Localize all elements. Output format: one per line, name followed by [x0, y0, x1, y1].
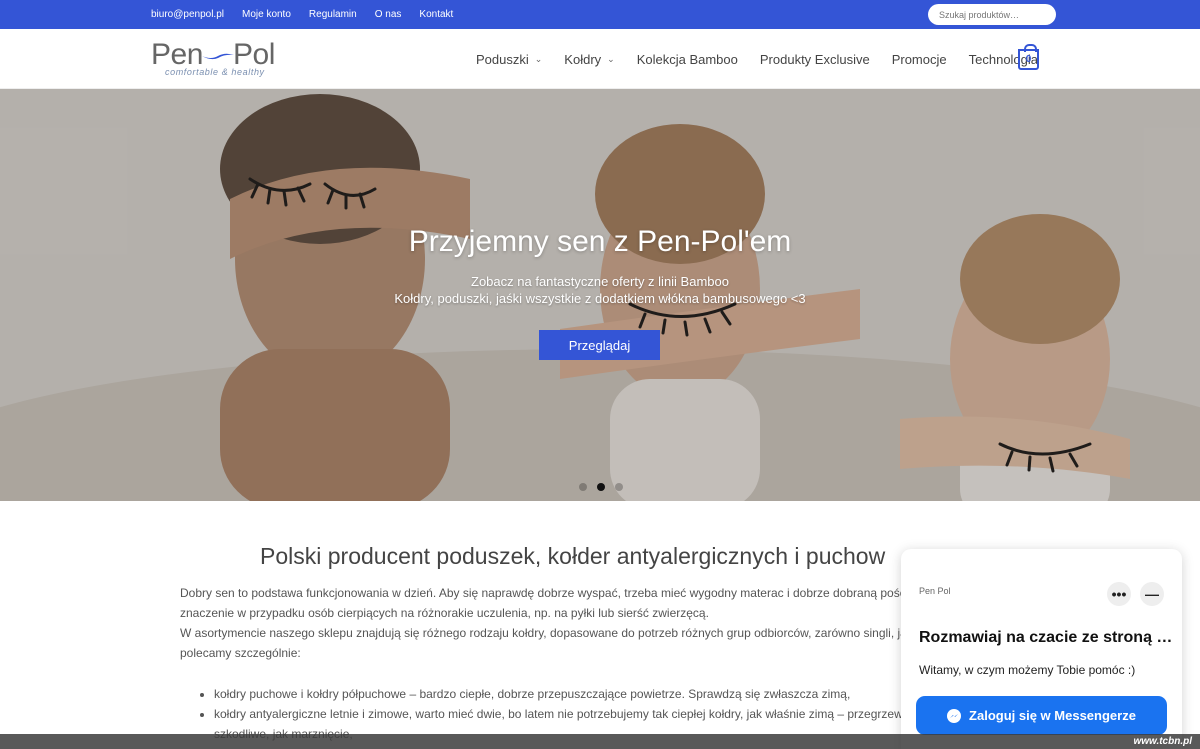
chat-title: Rozmawiaj na czacie ze stroną …	[919, 629, 1173, 646]
nav-item-pillows[interactable]: Poduszki ⌄	[476, 52, 542, 67]
logo-tagline: comfortable & healthy	[165, 67, 265, 77]
list-item: kołdry puchowe i kołdry półpuchowe – bar…	[214, 684, 916, 704]
paragraph: W asortymencie naszego sklepu znajdują s…	[180, 626, 919, 640]
cart-count: 0	[1025, 54, 1032, 65]
chat-logo: Pen Pol	[919, 586, 951, 596]
paragraph: znaczenie w przypadku osób cierpiących n…	[180, 606, 709, 620]
site-header: Pen Pol comfortable & healthy Poduszki ⌄…	[0, 29, 1200, 89]
nav-item-label: Poduszki	[476, 51, 529, 67]
list-item: kołdry antyalergiczne letnie i zimowe, w…	[214, 704, 916, 724]
messenger-login-button[interactable]: Zaloguj się w Messengerze	[916, 696, 1167, 735]
nav-item-label: Promocje	[891, 51, 947, 67]
top-bar: biuro@penpol.pl Moje konto Regulamin O n…	[0, 0, 1200, 29]
more-options-icon[interactable]: •••	[1107, 582, 1131, 606]
contact-link[interactable]: Kontakt	[419, 9, 453, 20]
browse-button[interactable]: Przeglądaj	[539, 330, 660, 360]
slider-dots	[579, 483, 623, 491]
nav-item-label: Produkty Exclusive	[759, 51, 870, 67]
terms-link[interactable]: Regulamin	[309, 9, 357, 20]
slider-dot-2[interactable]	[597, 483, 605, 491]
about-link[interactable]: O nas	[375, 9, 402, 20]
hero-title: Przyjemny sen z Pen-Pol'em	[408, 225, 792, 258]
hero-subtitle-line2: Kołdry, poduszki, jaśki wszystkie z doda…	[394, 291, 806, 306]
paragraph: polecamy szczególnie:	[180, 646, 301, 660]
slider-dot-3[interactable]	[615, 483, 623, 491]
site-logo[interactable]: Pen Pol comfortable & healthy	[151, 39, 291, 81]
nav-item-promotions[interactable]: Promocje	[892, 52, 947, 67]
product-search-input[interactable]	[928, 4, 1056, 25]
nav-item-bamboo[interactable]: Kolekcja Bamboo	[637, 52, 738, 67]
chevron-down-icon: ⌄	[534, 53, 543, 64]
watermark-bar: www.tcbn.pl	[0, 734, 1200, 749]
nav-item-label: Kołdry	[564, 51, 602, 67]
email-link[interactable]: biuro@penpol.pl	[151, 9, 224, 20]
cart-icon[interactable]: 0	[1018, 44, 1039, 70]
paragraph: Dobry sen to podstawa funkcjonowania w d…	[180, 586, 922, 600]
chat-welcome-message: Witamy, w czym możemy Tobie pomóc :)	[919, 663, 1136, 677]
nav-item-exclusive[interactable]: Produkty Exclusive	[760, 52, 870, 67]
section-heading: Polski producent poduszek, kołder antyal…	[260, 543, 886, 569]
my-account-link[interactable]: Moje konto	[242, 9, 291, 20]
messenger-chat-widget: Pen Pol ••• — Rozmawiaj na czacie ze str…	[901, 549, 1182, 749]
nav-item-label: Kolekcja Bamboo	[636, 51, 738, 67]
slider-dot-1[interactable]	[579, 483, 587, 491]
main-nav: Poduszki ⌄ Kołdry ⌄ Kolekcja Bamboo Prod…	[476, 29, 1060, 89]
nav-item-duvets[interactable]: Kołdry ⌄	[564, 52, 614, 67]
hero-slider: Przyjemny sen z Pen-Pol'em Zobacz na fan…	[0, 89, 1200, 501]
chevron-down-icon: ⌄	[607, 53, 615, 64]
hero-subtitle-line1: Zobacz na fantastyczne oferty z linii Ba…	[471, 274, 729, 289]
messenger-icon	[947, 708, 962, 723]
watermark-text: www.tcbn.pl	[1133, 736, 1192, 747]
minimize-icon[interactable]: —	[1140, 582, 1164, 606]
feather-icon	[202, 53, 234, 60]
messenger-login-label: Zaloguj się w Messengerze	[969, 708, 1136, 723]
top-links: biuro@penpol.pl Moje konto Regulamin O n…	[151, 0, 453, 29]
